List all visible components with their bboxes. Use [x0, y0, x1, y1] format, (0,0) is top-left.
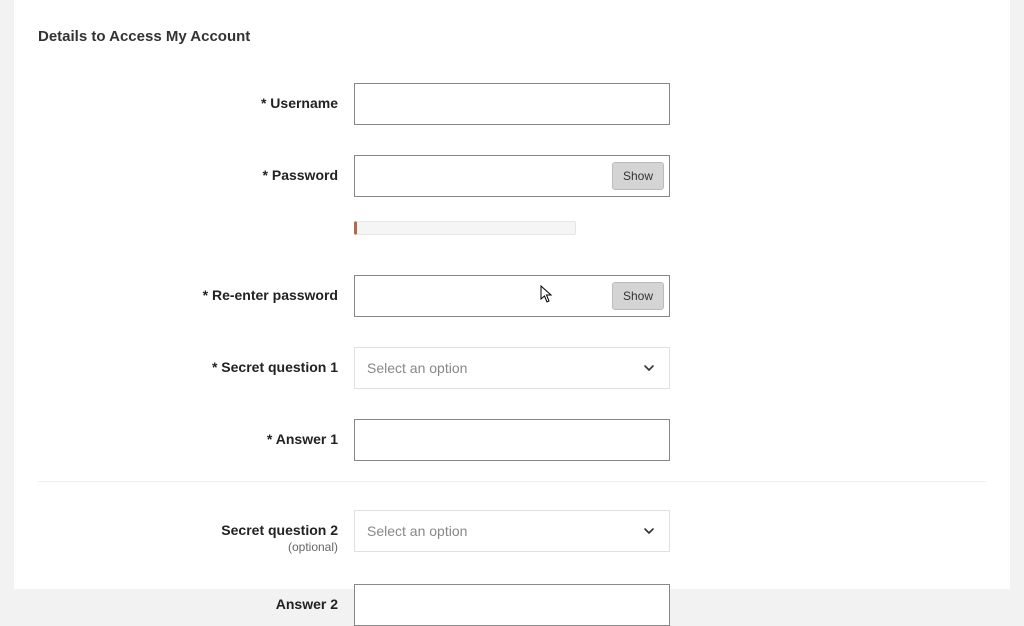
row-password: * Password Show [38, 155, 986, 197]
show-reenter-password-button[interactable]: Show [612, 282, 664, 310]
row-secret-q1: * Secret question 1 Select an option [38, 347, 986, 389]
input-cell-answer1 [354, 419, 670, 461]
show-password-button[interactable]: Show [612, 162, 664, 190]
input-cell-username [354, 83, 670, 125]
page-container: Details to Access My Account * Username … [14, 0, 1010, 589]
label-secret-q2-text: Secret question 2 [221, 522, 338, 538]
secret-q2-placeholder: Select an option [367, 523, 467, 539]
input-cell-password: Show [354, 155, 670, 197]
chevron-down-icon [643, 362, 655, 374]
input-cell-answer2 [354, 584, 670, 626]
row-secret-q2: Secret question 2 (optional) Select an o… [38, 510, 986, 554]
label-answer1-text: Answer 1 [276, 431, 338, 447]
label-reenter-password: * Re-enter password [38, 275, 354, 303]
label-answer2-text: Answer 2 [276, 596, 338, 612]
section-title: Details to Access My Account [38, 28, 986, 45]
label-username: * Username [38, 83, 354, 111]
label-answer1: * Answer 1 [38, 419, 354, 447]
label-username-text: Username [270, 95, 338, 111]
required-mark: * [203, 287, 208, 303]
label-secret-q1: * Secret question 1 [38, 347, 354, 375]
label-secret-q2: Secret question 2 (optional) [38, 510, 354, 554]
required-mark: * [261, 95, 266, 111]
input-cell-reenter-password: Show [354, 275, 670, 317]
divider [38, 481, 986, 482]
input-cell-secret-q2: Select an option [354, 510, 670, 552]
row-answer1: * Answer 1 [38, 419, 986, 461]
answer2-input[interactable] [354, 584, 670, 626]
required-mark: * [212, 359, 217, 375]
required-mark: * [267, 431, 272, 447]
secret-q1-placeholder: Select an option [367, 360, 467, 376]
row-username: * Username [38, 83, 986, 125]
chevron-down-icon [643, 525, 655, 537]
label-strength-empty [38, 207, 354, 219]
password-strength-bar [354, 221, 576, 235]
label-secret-q2-optional: (optional) [38, 540, 338, 554]
secret-q2-select[interactable]: Select an option [354, 510, 670, 552]
label-reenter-password-text: Re-enter password [212, 287, 338, 303]
username-input[interactable] [354, 83, 670, 125]
secret-q1-select[interactable]: Select an option [354, 347, 670, 389]
required-mark: * [263, 167, 268, 183]
row-answer2: Answer 2 [38, 584, 986, 626]
label-answer2: Answer 2 [38, 584, 354, 612]
answer1-input[interactable] [354, 419, 670, 461]
input-cell-secret-q1: Select an option [354, 347, 670, 389]
label-secret-q1-text: Secret question 1 [221, 359, 338, 375]
label-password: * Password [38, 155, 354, 183]
input-cell-strength [354, 207, 670, 235]
label-password-text: Password [272, 167, 338, 183]
row-strength [38, 207, 986, 235]
row-reenter-password: * Re-enter password Show [38, 275, 986, 317]
